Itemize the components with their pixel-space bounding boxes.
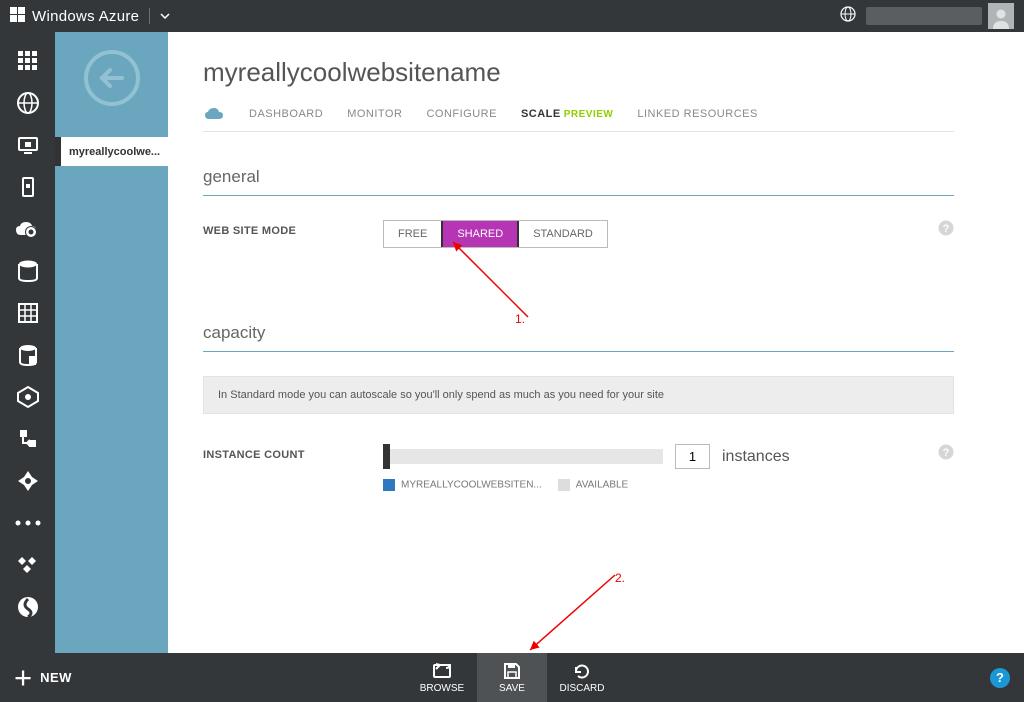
tab-linked-resources[interactable]: LINKED RESOURCES — [637, 108, 757, 120]
instances-unit-label: instances — [722, 448, 790, 466]
tab-configure[interactable]: CONFIGURE — [426, 108, 497, 120]
help-button[interactable]: ? — [990, 668, 1010, 688]
database-icon[interactable]: DB — [9, 252, 47, 290]
all-items-icon[interactable] — [9, 42, 47, 80]
capacity-info: In Standard mode you can autoscale so yo… — [203, 376, 954, 414]
divider — [149, 8, 150, 24]
instance-slider[interactable] — [383, 449, 663, 464]
windows-logo-icon — [10, 7, 26, 26]
legend-swatch-site — [383, 479, 395, 491]
slider-handle[interactable] — [383, 444, 390, 469]
settings-alt-icon[interactable] — [9, 588, 47, 626]
cloud-icon — [203, 106, 225, 121]
mode-option-free[interactable]: FREE — [384, 221, 441, 247]
section-general-heading: general — [203, 167, 954, 196]
tab-monitor[interactable]: MONITOR — [347, 108, 402, 120]
mode-option-shared[interactable]: SHARED — [441, 221, 519, 247]
save-icon — [503, 662, 521, 680]
back-button[interactable] — [84, 50, 140, 106]
addons-icon[interactable] — [9, 546, 47, 584]
mode-label: WEB SITE MODE — [203, 220, 383, 237]
left-rail: DB — [0, 32, 55, 653]
page-title: myreallycoolwebsitename — [203, 57, 954, 88]
brand-label: Windows Azure — [32, 8, 139, 25]
help-icon[interactable]: ? — [938, 444, 954, 464]
main-content: myreallycoolwebsitename DASHBOARD MONITO… — [168, 32, 1024, 653]
section-capacity-heading: capacity — [203, 323, 954, 352]
browse-icon — [431, 662, 453, 680]
mode-toggle: FREE SHARED STANDARD — [383, 220, 608, 248]
vm-icon[interactable] — [9, 126, 47, 164]
svg-text:?: ? — [943, 447, 950, 459]
new-button-label: NEW — [40, 670, 72, 685]
top-bar: Windows Azure — [0, 0, 1024, 32]
traffic-icon[interactable] — [9, 504, 47, 542]
tab-dashboard[interactable]: DASHBOARD — [249, 108, 323, 120]
help-icon[interactable]: ? — [938, 220, 954, 240]
tab-scale[interactable]: SCALEPREVIEW — [521, 108, 613, 120]
site-tab-label: myreallycoolwe... — [69, 146, 160, 158]
save-button[interactable]: SAVE — [477, 653, 547, 702]
new-button[interactable]: + NEW — [0, 653, 86, 702]
storage-icon[interactable] — [9, 294, 47, 332]
hd-icon[interactable] — [9, 336, 47, 374]
media-icon[interactable] — [9, 378, 47, 416]
network-icon[interactable] — [9, 462, 47, 500]
globe-icon[interactable] — [840, 6, 856, 26]
slider-legend: MYREALLYCOOLWEBSITEN... AVAILABLE — [383, 479, 790, 491]
instance-count-input[interactable] — [675, 444, 710, 469]
discard-icon — [573, 662, 591, 680]
chevron-down-icon[interactable] — [160, 11, 170, 22]
mode-option-standard[interactable]: STANDARD — [519, 221, 607, 247]
legend-swatch-available — [558, 479, 570, 491]
discard-button[interactable]: DISCARD — [547, 653, 617, 702]
svg-text:?: ? — [943, 223, 950, 235]
site-tab-selected[interactable]: myreallycoolwe... — [55, 137, 168, 166]
context-column: myreallycoolwe... — [55, 32, 168, 653]
mobile-icon[interactable] — [9, 168, 47, 206]
tabs: DASHBOARD MONITOR CONFIGURE SCALEPREVIEW… — [203, 106, 954, 132]
websites-icon[interactable] — [9, 84, 47, 122]
bottom-bar: + NEW BROWSE SAVE DISCARD ? — [0, 653, 1024, 702]
browse-button[interactable]: BROWSE — [407, 653, 477, 702]
svg-text:DB: DB — [22, 269, 32, 276]
account-name[interactable] — [866, 7, 982, 25]
cloud-services-icon[interactable] — [9, 210, 47, 248]
instance-count-label: INSTANCE COUNT — [203, 444, 383, 461]
plus-icon: + — [14, 662, 32, 693]
avatar-icon[interactable] — [988, 3, 1014, 29]
service-bus-icon[interactable] — [9, 420, 47, 458]
